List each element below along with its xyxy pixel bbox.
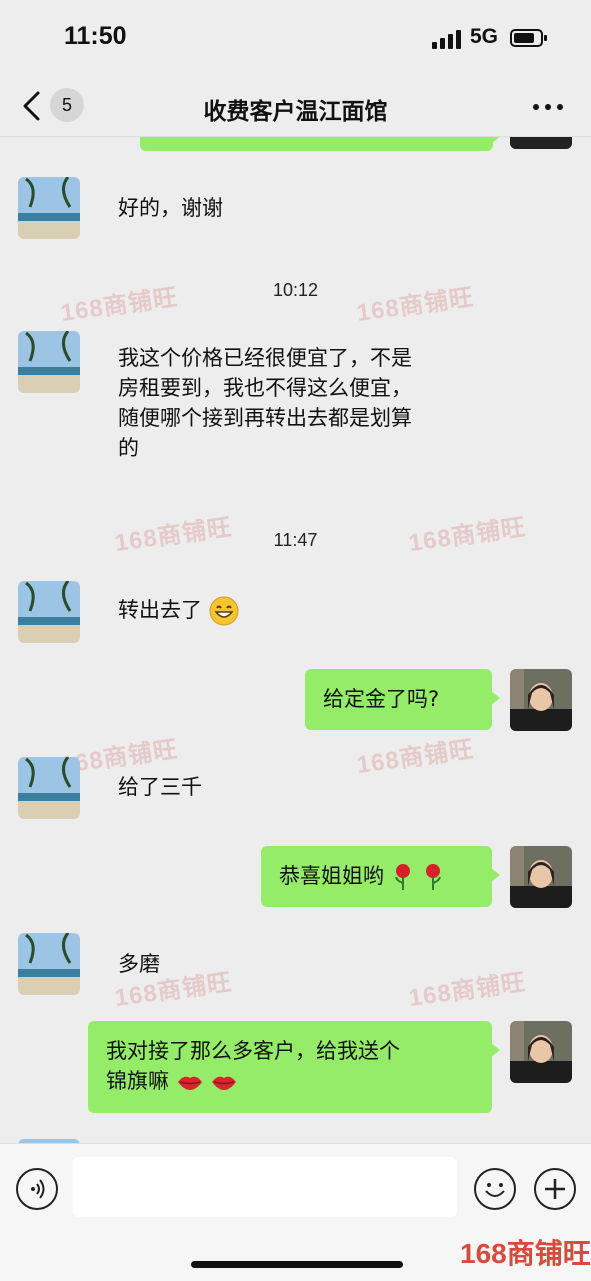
message-bubble: 恭喜姐姐哟 <box>261 846 500 907</box>
message-text: 好的，谢谢 <box>118 196 223 220</box>
chat-title: 收费客户温江面馆 <box>203 99 388 125</box>
rose-emoji <box>394 864 410 890</box>
chat-header: 收费客户温江面馆 5 <box>0 78 591 137</box>
back-arrow-icon[interactable] <box>18 90 46 122</box>
status-bar: 11:50 5G <box>0 0 591 78</box>
timestamp: 10:12 <box>272 280 319 300</box>
message-line: 房租要到，我也不得这么便宜， <box>118 376 412 400</box>
watermark: 168商铺旺 <box>355 735 476 780</box>
my-avatar[interactable] <box>510 669 572 731</box>
message-text: 我这个价格已经很便宜了，不是 房租要到，我也不得这么便宜， 随便哪个接到再转出去… <box>118 343 498 463</box>
my-avatar[interactable] <box>510 1021 572 1083</box>
plus-icon[interactable] <box>534 1168 576 1210</box>
voice-input-icon[interactable] <box>16 1168 58 1210</box>
message-line-row: 锦旗嘛 <box>106 1066 474 1096</box>
chat-list[interactable]: 168商铺旺 168商铺旺 168商铺旺 168商铺旺 168商铺旺 168商铺… <box>0 137 591 1143</box>
lips-emoji <box>212 1076 237 1090</box>
contact-avatar[interactable] <box>18 933 80 995</box>
my-avatar[interactable] <box>510 137 572 149</box>
message-line: 我这个价格已经很便宜了，不是 <box>118 346 412 370</box>
message-bubble: 给定金了吗? <box>305 669 500 730</box>
message-text: 恭喜姐姐哟 <box>279 864 384 888</box>
message-line: 随便哪个接到再转出去都是划算 <box>118 406 412 430</box>
message-text: 多磨 <box>118 952 160 976</box>
grin-emoji <box>209 596 239 626</box>
contact-avatar[interactable] <box>18 177 80 239</box>
timestamp: 11:47 <box>273 530 318 550</box>
home-indicator <box>191 1261 403 1268</box>
partial-bubble <box>140 137 501 151</box>
unread-count-badge[interactable]: 5 <box>50 88 84 122</box>
message-line: 的 <box>118 436 139 460</box>
message-input[interactable] <box>73 1157 457 1217</box>
message-line: 锦旗嘛 <box>106 1069 169 1093</box>
signal-icon <box>432 30 462 49</box>
battery-icon <box>510 29 547 47</box>
brand-watermark: 168商铺旺 <box>460 1238 591 1269</box>
message-bubble: 我对接了那么多客户，给我送个 锦旗嘛 <box>88 1021 500 1113</box>
emoji-icon[interactable] <box>474 1168 516 1210</box>
status-time: 11:50 <box>64 22 127 50</box>
message-text: 给定金了吗? <box>323 687 440 711</box>
network-label: 5G <box>470 25 499 48</box>
lips-emoji <box>177 1076 202 1090</box>
my-avatar[interactable] <box>510 846 572 908</box>
contact-avatar[interactable] <box>18 581 80 643</box>
rose-emoji <box>426 864 442 890</box>
message-text: 给了三千 <box>118 775 202 799</box>
more-options-icon[interactable] <box>532 94 564 118</box>
message-bubble: 转出去了 <box>118 595 239 626</box>
message-text: 转出去了 <box>118 598 202 622</box>
contact-avatar[interactable] <box>18 331 80 393</box>
watermark: 168商铺旺 <box>407 968 528 1013</box>
contact-avatar[interactable] <box>18 757 80 819</box>
message-line: 我对接了那么多客户，给我送个 <box>106 1039 400 1063</box>
